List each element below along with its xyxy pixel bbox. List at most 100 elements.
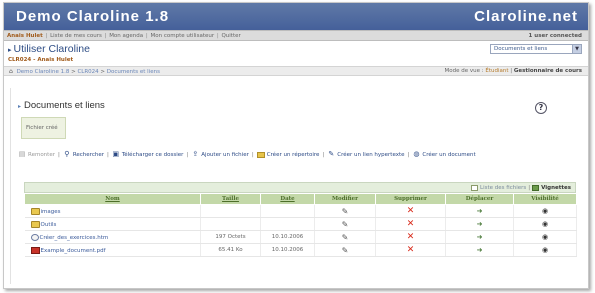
file-size (200, 204, 261, 218)
course-code: CLR024 - Anais Hulet (8, 57, 74, 63)
column-delete: Supprimer (375, 193, 446, 205)
column-visibility: Visibilité (513, 193, 577, 205)
go-up-button[interactable]: ▤ Remonter (18, 151, 55, 158)
delete-button[interactable]: ✕ (375, 204, 446, 218)
triangle-icon: ▸ (8, 47, 12, 54)
thumbnail-view-button[interactable]: Vignettes (532, 184, 571, 191)
visibility-toggle[interactable]: ◉ (513, 243, 577, 257)
add-file-icon: ⇪ (192, 150, 199, 158)
visibility-toggle[interactable]: ◉ (513, 204, 577, 218)
move-button[interactable]: ➜ (445, 217, 514, 231)
delete-button[interactable]: ✕ (375, 243, 446, 257)
breadcrumb-tool[interactable]: Documents et liens (107, 69, 160, 75)
pencil-icon: ✎ (341, 206, 349, 216)
list-icon (471, 184, 478, 191)
file-size: 197 Octets (200, 230, 261, 244)
breadcrumb-course[interactable]: CLR024 (77, 69, 98, 75)
file-link[interactable]: Outils (24, 217, 201, 231)
chevron-down-icon[interactable]: ▼ (572, 45, 581, 53)
command-bar: ▤ Remonter | ⚲ Rechercher | ▣ Télécharger c… (18, 150, 476, 158)
help-icon[interactable]: ? (535, 102, 547, 114)
delete-icon: ✕ (406, 232, 415, 242)
eye-icon: ◉ (541, 207, 549, 215)
up-folder-icon: ▤ (18, 150, 26, 158)
visibility-toggle[interactable]: ◉ (513, 217, 577, 231)
documents-table: Nom Taille Date Modifier Supprimer Dépla… (24, 193, 577, 257)
column-date[interactable]: Date (260, 193, 315, 205)
move-button[interactable]: ➜ (445, 204, 514, 218)
download-icon: ▣ (112, 150, 120, 158)
delete-button[interactable]: ✕ (375, 217, 446, 231)
folder-icon (256, 151, 265, 158)
view-mode-manager[interactable]: Gestionnaire de cours (514, 68, 582, 74)
move-button[interactable]: ➜ (445, 230, 514, 244)
delete-icon: ✕ (406, 206, 415, 216)
pencil-icon: ✎ (341, 232, 349, 242)
breadcrumb-campus[interactable]: Demo Claroline 1.8 (17, 69, 70, 75)
link-my-courses[interactable]: Liste de mes cours (50, 33, 102, 39)
folder-icon (30, 220, 40, 228)
download-folder-button[interactable]: ▣ Télécharger ce dossier (112, 151, 184, 158)
create-link-button[interactable]: ✎ Créer un lien hypertexte (327, 151, 404, 158)
move-icon: ➜ (476, 233, 483, 241)
home-icon[interactable]: ⌂ (9, 68, 13, 75)
pencil-icon: ✎ (341, 245, 349, 255)
delete-button[interactable]: ✕ (375, 230, 446, 244)
link-my-account[interactable]: Mon compte utilisateur (150, 33, 214, 39)
move-icon: ➜ (476, 207, 483, 215)
table-header: Nom Taille Date Modifier Supprimer Dépla… (24, 193, 577, 205)
create-folder-button[interactable]: Créer un répertoire (256, 151, 319, 158)
visibility-toggle[interactable]: ◉ (513, 230, 577, 244)
view-mode-bar: Liste des fichiers | Vignettes (24, 182, 576, 193)
edit-button[interactable]: ✎ (314, 230, 376, 244)
link-logout[interactable]: Quitter (221, 33, 240, 39)
pdf-file-icon (30, 246, 40, 254)
link-my-agenda[interactable]: Mon agenda (109, 33, 143, 39)
tool-select[interactable]: Documents et liens ▼ (490, 44, 582, 54)
user-bar: Anais Hulet | Liste de mes cours | Mon a… (4, 30, 588, 41)
file-link[interactable]: images (24, 204, 201, 218)
pencil-icon: ✎ (341, 219, 349, 229)
list-view-button[interactable]: Liste des fichiers (471, 184, 526, 191)
file-link[interactable]: Example_document.pdf (24, 243, 201, 257)
course-bar: ▸ Utiliser Claroline CLR024 - Anais Hulet… (4, 41, 588, 66)
file-date: 10.10.2006 (260, 230, 315, 244)
column-name[interactable]: Nom (24, 193, 201, 205)
view-mode-label: Mode de vue : (444, 68, 484, 74)
column-size[interactable]: Taille (200, 193, 261, 205)
table-row: Outils ✎ ✕ ➜ ◉ (24, 217, 577, 231)
eye-icon: ◉ (541, 233, 549, 241)
thumbnail-icon (532, 184, 540, 191)
move-button[interactable]: ➜ (445, 243, 514, 257)
edit-button[interactable]: ✎ (314, 204, 376, 218)
campus-title[interactable]: Demo Claroline 1.8 (16, 8, 169, 25)
eye-icon: ◉ (541, 220, 549, 228)
column-move: Déplacer (445, 193, 514, 205)
status-message: Fichier créé (21, 117, 66, 139)
site-title[interactable]: Claroline.net (474, 8, 578, 25)
edit-button[interactable]: ✎ (314, 217, 376, 231)
file-date (260, 204, 315, 218)
user-name: Anais Hulet (7, 32, 43, 39)
delete-icon: ✕ (406, 219, 415, 229)
search-button[interactable]: ⚲ Rechercher (63, 151, 104, 158)
create-document-button[interactable]: ◍ Créer un document (412, 151, 475, 158)
triangle-icon: ▸ (18, 104, 22, 110)
edit-button[interactable]: ✎ (314, 243, 376, 257)
file-link[interactable]: Créer_des_exercices.htm (24, 230, 201, 244)
view-mode-student[interactable]: Étudiant (485, 68, 508, 74)
breadcrumb: ⌂ Demo Claroline 1.8 > CLR024 > Document… (4, 66, 588, 76)
web-file-icon (30, 233, 39, 241)
tool-title: ▸ Documents et liens (18, 100, 105, 111)
link-icon: ✎ (328, 150, 335, 158)
course-title[interactable]: Utiliser Claroline (14, 43, 90, 55)
delete-icon: ✕ (406, 245, 415, 255)
file-date: 10.10.2006 (260, 243, 315, 257)
add-file-button[interactable]: ⇪ Ajouter un fichier (191, 151, 249, 158)
connected-users: 1 user connected (528, 32, 582, 39)
search-icon: ⚲ (64, 150, 70, 158)
table-row: images ✎ ✕ ➜ ◉ (24, 204, 577, 218)
eye-icon: ◉ (541, 246, 549, 254)
folder-icon (30, 207, 40, 215)
table-row: Example_document.pdf 65.41 Ko 10.10.2006… (24, 243, 577, 257)
